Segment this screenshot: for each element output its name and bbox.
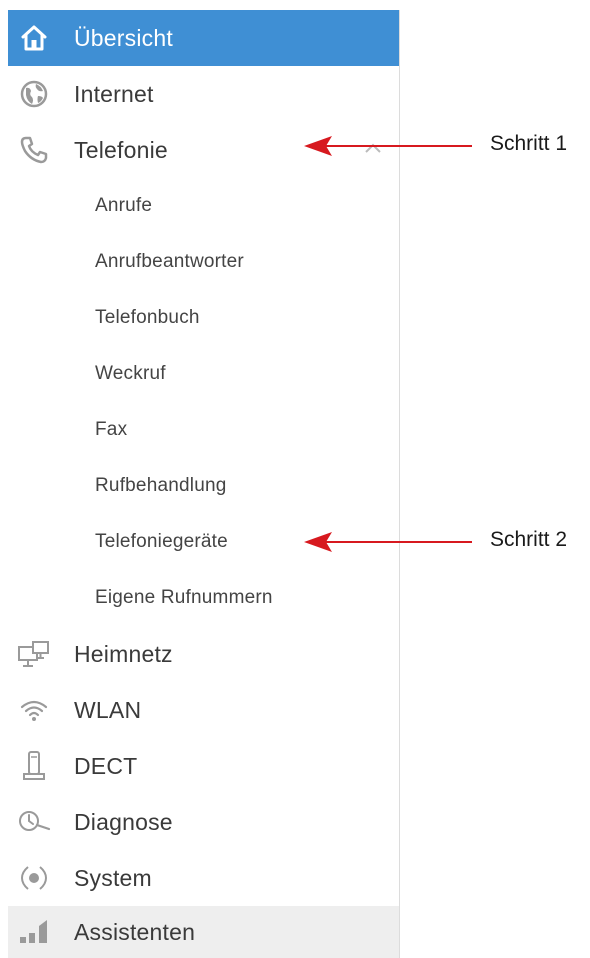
submenu-item-fax[interactable]: Fax bbox=[8, 402, 399, 458]
wifi-icon bbox=[16, 692, 52, 728]
menu-item-label: System bbox=[74, 864, 152, 891]
menu-item-assistants[interactable]: Assistenten bbox=[8, 906, 399, 958]
submenu-item-calls[interactable]: Anrufe bbox=[8, 178, 399, 234]
menu-item-home-network[interactable]: Heimnetz bbox=[8, 626, 399, 682]
menu-item-overview[interactable]: Übersicht bbox=[8, 10, 399, 66]
home-icon bbox=[16, 20, 52, 56]
system-icon bbox=[16, 860, 52, 896]
menu-item-dect[interactable]: DECT bbox=[8, 738, 399, 794]
network-icon bbox=[16, 636, 52, 672]
menu-item-label: Internet bbox=[74, 80, 154, 107]
menu-item-label: DECT bbox=[74, 752, 138, 779]
annotation-step-1: Schritt 1 bbox=[300, 126, 590, 166]
menu-item-wlan[interactable]: WLAN bbox=[8, 682, 399, 738]
submenu-item-label: Anrufe bbox=[95, 195, 153, 216]
diagnose-icon bbox=[16, 804, 52, 840]
submenu-item-answering-machine[interactable]: Anrufbeantworter bbox=[8, 234, 399, 290]
menu-item-label: WLAN bbox=[74, 696, 142, 723]
menu-item-system[interactable]: System bbox=[8, 850, 399, 906]
annotation-step-1-label: Schritt 1 bbox=[490, 132, 568, 155]
arrow-left-icon bbox=[304, 532, 472, 552]
submenu-item-label: Rufbehandlung bbox=[95, 475, 227, 496]
submenu-item-label: Telefonbuch bbox=[95, 307, 200, 328]
submenu-item-label: Anrufbeantworter bbox=[95, 251, 244, 272]
submenu-item-label: Telefoniegeräte bbox=[95, 531, 228, 552]
arrow-left-icon bbox=[304, 136, 472, 156]
submenu-item-wakeup-call[interactable]: Weckruf bbox=[8, 346, 399, 402]
phone-icon bbox=[16, 132, 52, 168]
menu-item-label: Telefonie bbox=[74, 136, 168, 163]
submenu-item-label: Weckruf bbox=[95, 363, 166, 384]
submenu-item-phonebook[interactable]: Telefonbuch bbox=[8, 290, 399, 346]
annotation-step-2-label: Schritt 2 bbox=[490, 528, 568, 551]
submenu-item-label: Fax bbox=[95, 419, 128, 440]
annotation-step-2: Schritt 2 bbox=[300, 522, 590, 562]
menu-item-diagnostics[interactable]: Diagnose bbox=[8, 794, 399, 850]
globe-icon bbox=[16, 76, 52, 112]
menu-item-internet[interactable]: Internet bbox=[8, 66, 399, 122]
menu-item-label: Assistenten bbox=[74, 918, 196, 945]
submenu-item-label: Eigene Rufnummern bbox=[95, 587, 273, 608]
menu-item-label: Heimnetz bbox=[74, 640, 173, 667]
menu-item-label: Übersicht bbox=[74, 24, 173, 51]
menu-item-label: Diagnose bbox=[74, 808, 173, 835]
submenu-item-call-handling[interactable]: Rufbehandlung bbox=[8, 458, 399, 514]
assistant-icon bbox=[16, 914, 52, 950]
handset-icon bbox=[16, 748, 52, 784]
submenu-item-own-numbers[interactable]: Eigene Rufnummern bbox=[8, 570, 399, 626]
